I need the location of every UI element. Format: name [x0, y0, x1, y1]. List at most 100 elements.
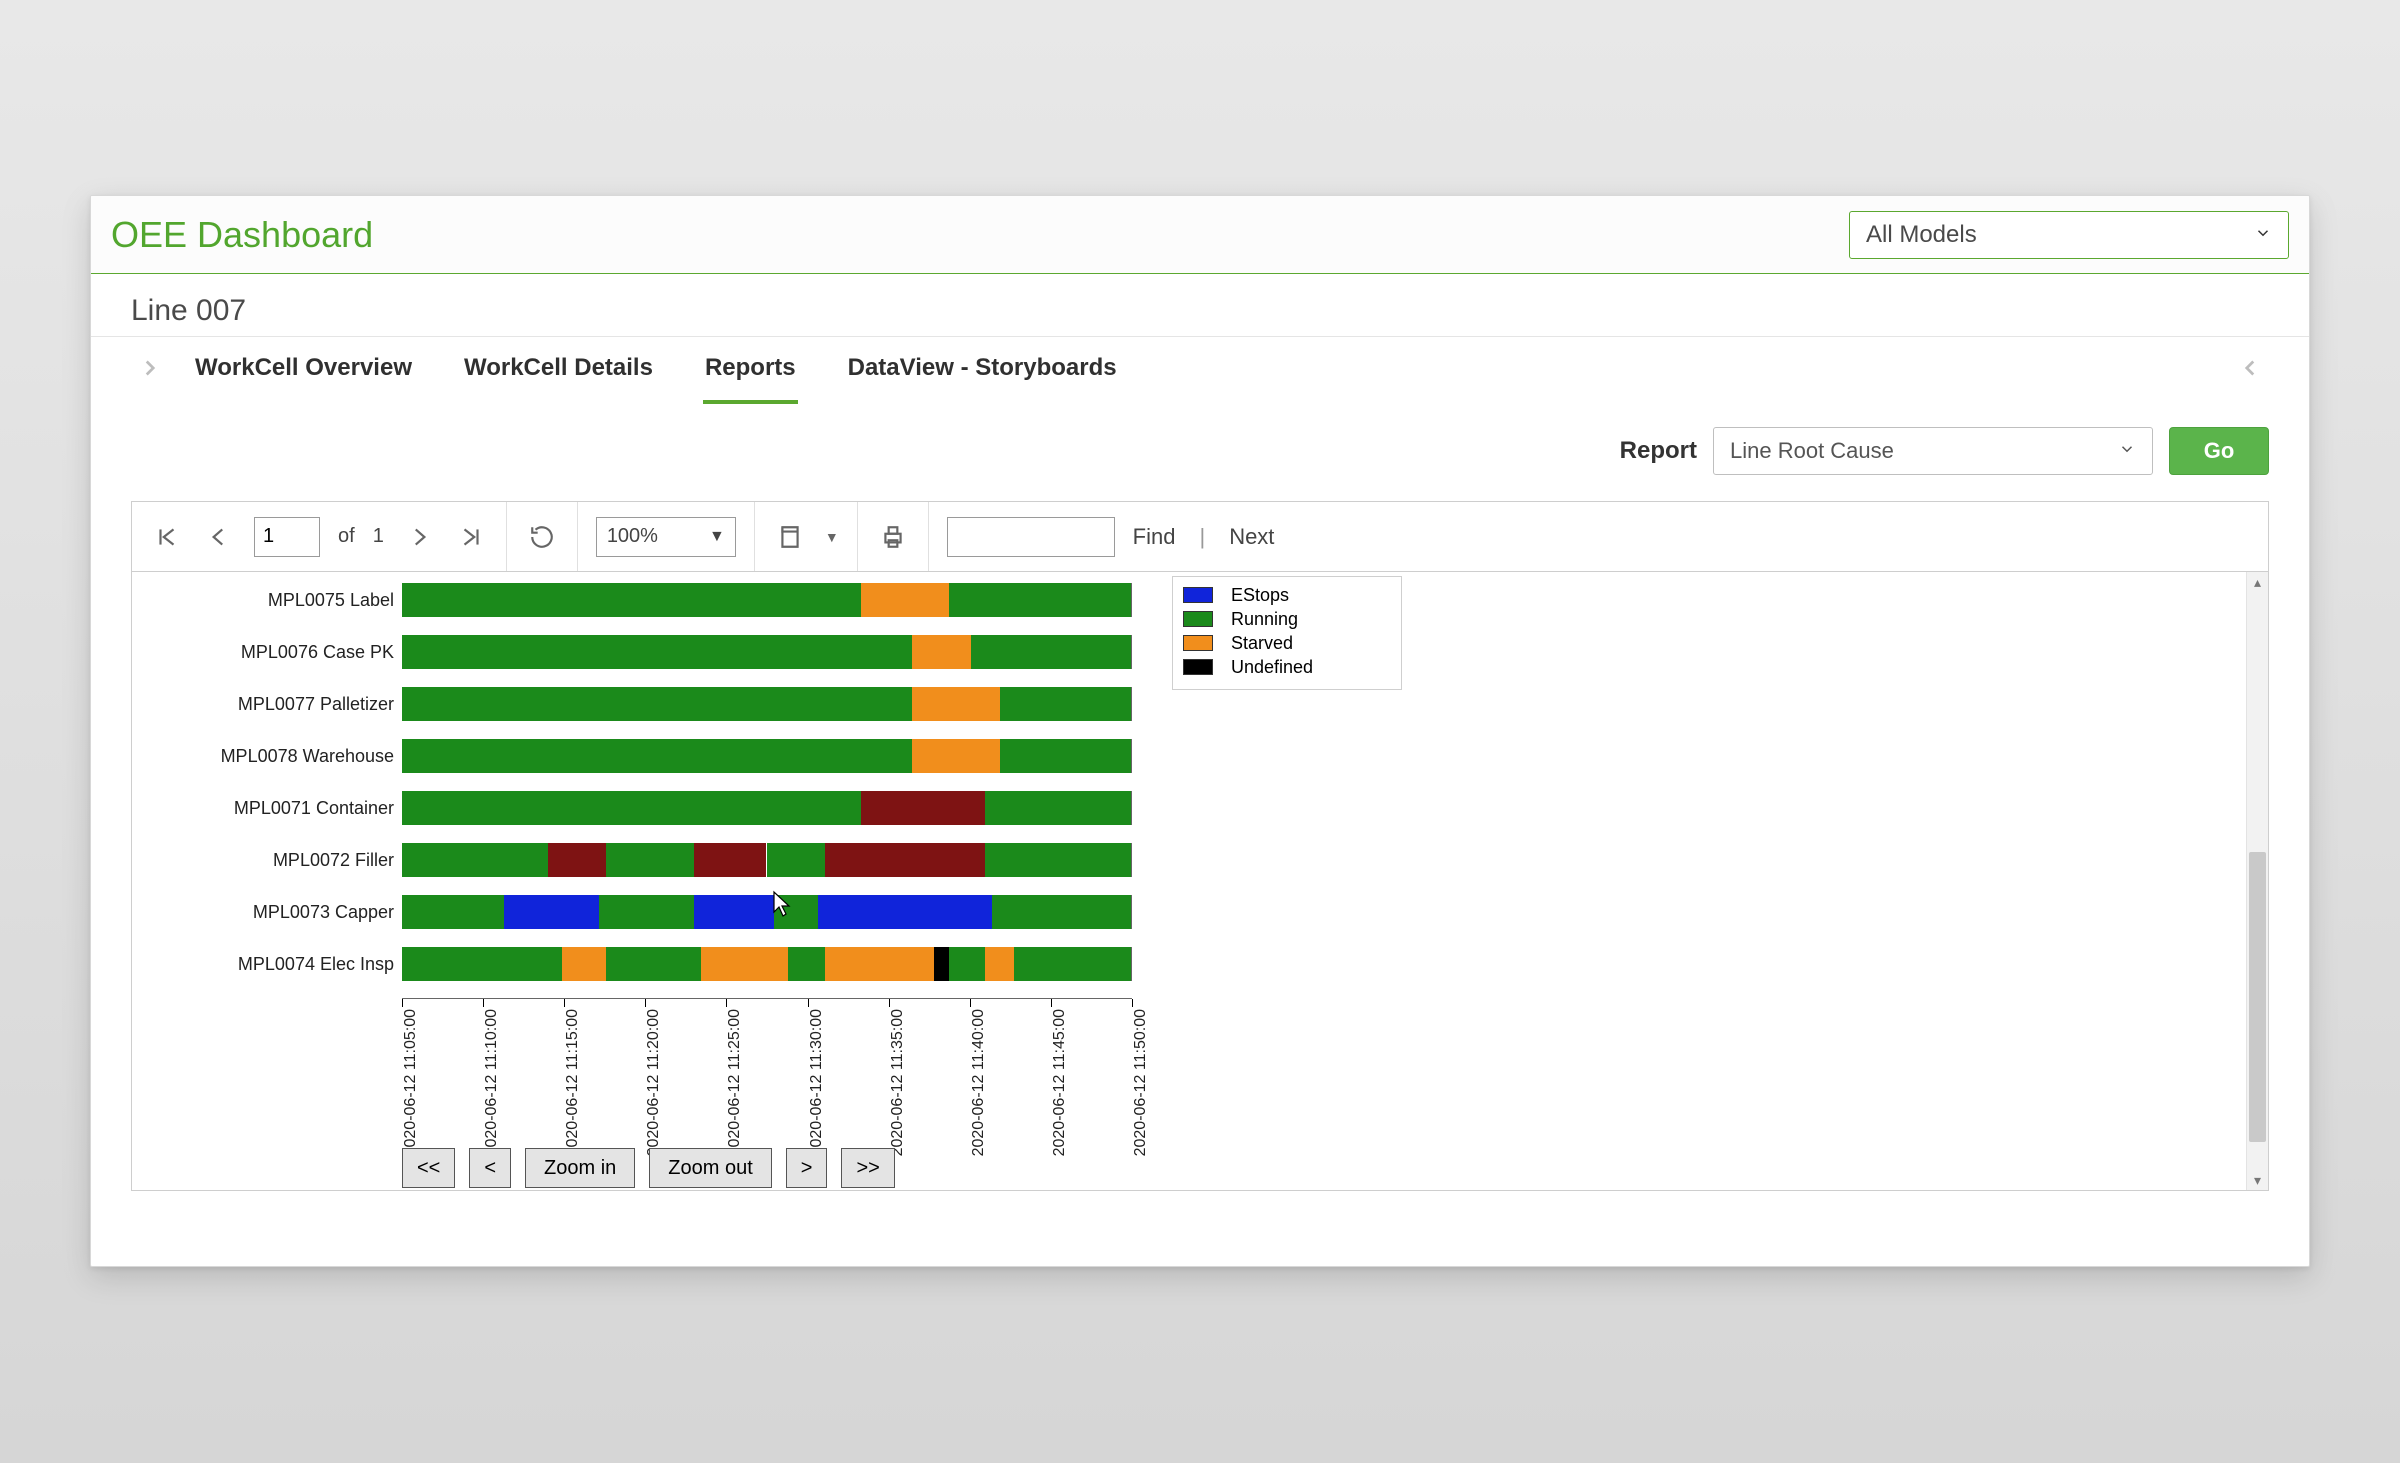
tab-reports[interactable]: Reports [703, 336, 798, 404]
gantt-segment[interactable] [992, 895, 1131, 929]
gantt-row-label: MPL0077 Palletizer [202, 694, 402, 715]
gantt-segment[interactable] [912, 687, 999, 721]
model-select-value: All Models [1866, 221, 1977, 249]
tab-dataview[interactable]: DataView - Storyboards [846, 336, 1119, 404]
gantt-row: MPL0077 Palletizer [202, 680, 1202, 728]
gantt-segment[interactable] [606, 843, 693, 877]
chevron-down-icon[interactable]: ▼ [825, 529, 839, 545]
gantt-segment[interactable] [861, 583, 948, 617]
find-next-button[interactable]: Next [1229, 524, 1274, 550]
gantt-segment[interactable] [402, 635, 912, 669]
tab-details[interactable]: WorkCell Details [462, 336, 655, 404]
gantt-segment[interactable] [971, 635, 1131, 669]
tabs-scroll-left-icon[interactable] [131, 351, 169, 390]
tabs-scroll-right-icon[interactable] [2231, 351, 2269, 390]
legend-swatch [1183, 587, 1213, 603]
gantt-segment[interactable] [402, 947, 562, 981]
zoom-out-button[interactable]: Zoom out [649, 1148, 771, 1188]
legend: EStopsRunningStarvedUndefined [1172, 576, 1402, 690]
zoom-value: 100% [607, 525, 658, 548]
gantt-segment[interactable] [825, 843, 985, 877]
x-tick [483, 999, 484, 1007]
gantt-segment[interactable] [767, 843, 825, 877]
gantt-segment[interactable] [985, 843, 1131, 877]
x-tick-label: 2020-06-12 11:50:00 [1132, 1009, 1150, 1156]
gantt-segment[interactable] [402, 843, 548, 877]
x-tick [726, 999, 727, 1007]
gantt-segment[interactable] [934, 947, 949, 981]
scroll-up-icon[interactable]: ▴ [2247, 572, 2268, 592]
tab-overview[interactable]: WorkCell Overview [193, 336, 414, 404]
gantt-segment[interactable] [985, 791, 1131, 825]
gantt-segment[interactable] [694, 895, 774, 929]
gantt-segment[interactable] [912, 635, 970, 669]
x-tick-label: 2020-06-12 11:05:00 [402, 1009, 420, 1156]
gantt-segment[interactable] [562, 947, 606, 981]
scroll-thumb[interactable] [2249, 852, 2266, 1142]
gantt-segment[interactable] [548, 843, 606, 877]
page-total: 1 [373, 525, 384, 548]
gantt-segment[interactable] [606, 947, 701, 981]
find-button[interactable]: Find [1133, 524, 1176, 550]
legend-swatch [1183, 635, 1213, 651]
x-tick [645, 999, 646, 1007]
legend-swatch [1183, 611, 1213, 627]
gantt-segment[interactable] [818, 895, 993, 929]
print-icon[interactable] [876, 520, 910, 554]
gantt-segment[interactable] [774, 895, 818, 929]
prev-page-icon[interactable] [202, 520, 236, 554]
report-viewer: MPL0075 LabelMPL0076 Case PKMPL0077 Pall… [131, 571, 2269, 1191]
gantt-segment[interactable] [402, 739, 912, 773]
gantt-segment[interactable] [861, 791, 985, 825]
gantt-segment[interactable] [1000, 739, 1131, 773]
chart-prev-button[interactable]: < [469, 1148, 511, 1188]
next-page-icon[interactable] [402, 520, 436, 554]
header: OEE Dashboard All Models [91, 196, 2309, 274]
gantt-segment[interactable] [788, 947, 824, 981]
gantt-chart: MPL0075 LabelMPL0076 Case PKMPL0077 Pall… [202, 576, 1202, 988]
report-select[interactable]: Line Root Cause [1713, 427, 2153, 475]
last-page-icon[interactable] [454, 520, 488, 554]
gantt-segment[interactable] [825, 947, 934, 981]
x-tick [970, 999, 971, 1007]
chart-last-button[interactable]: >> [841, 1148, 894, 1188]
gantt-segment[interactable] [402, 895, 504, 929]
export-icon[interactable] [773, 520, 807, 554]
legend-label: EStops [1231, 585, 1289, 606]
chart-first-button[interactable]: << [402, 1148, 455, 1188]
scroll-down-icon[interactable]: ▾ [2247, 1170, 2268, 1190]
gantt-track [402, 687, 1132, 721]
gantt-segment[interactable] [701, 947, 788, 981]
gantt-row-label: MPL0073 Capper [202, 902, 402, 923]
page-input[interactable] [254, 517, 320, 557]
x-tick-label: 2020-06-12 11:20:00 [645, 1009, 663, 1156]
x-tick-label: 2020-06-12 11:30:00 [808, 1009, 826, 1156]
gantt-segment[interactable] [402, 791, 861, 825]
gantt-segment[interactable] [599, 895, 694, 929]
gantt-segment[interactable] [402, 687, 912, 721]
find-input[interactable] [947, 517, 1115, 557]
gantt-segment[interactable] [949, 583, 1131, 617]
report-picker-row: Report Line Root Cause Go [91, 403, 2309, 487]
zoom-in-button[interactable]: Zoom in [525, 1148, 635, 1188]
gantt-track [402, 947, 1132, 981]
gantt-segment[interactable] [402, 583, 861, 617]
zoom-select[interactable]: 100% ▼ [596, 517, 736, 557]
gantt-segment[interactable] [912, 739, 999, 773]
report-label: Report [1620, 437, 1697, 465]
x-tick [1051, 999, 1052, 1007]
legend-label: Running [1231, 609, 1298, 630]
go-button[interactable]: Go [2169, 427, 2269, 475]
first-page-icon[interactable] [150, 520, 184, 554]
refresh-icon[interactable] [525, 520, 559, 554]
gantt-segment[interactable] [1014, 947, 1131, 981]
gantt-segment[interactable] [1000, 687, 1131, 721]
chart-next-button[interactable]: > [786, 1148, 828, 1188]
gantt-track [402, 583, 1132, 617]
gantt-segment[interactable] [504, 895, 599, 929]
gantt-segment[interactable] [949, 947, 985, 981]
scrollbar[interactable]: ▴ ▾ [2246, 572, 2268, 1190]
model-select[interactable]: All Models [1849, 211, 2289, 259]
gantt-segment[interactable] [694, 843, 767, 877]
gantt-segment[interactable] [985, 947, 1014, 981]
